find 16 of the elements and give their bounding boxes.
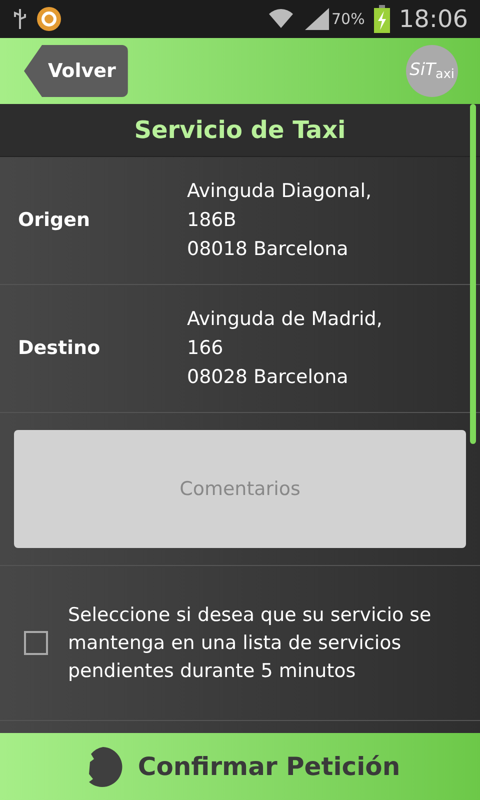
address-text: Avinguda de Madrid, 166 08028 Barcelona [187, 307, 382, 390]
confirm-button[interactable]: Confirmar Petición [0, 733, 480, 800]
usb-icon [12, 7, 28, 31]
pending-checkbox[interactable] [24, 631, 48, 655]
pending-option-text: Seleccione si desea que su servicio se mantenga en una lista de servicios pendientes durante 5 minutos [68, 603, 432, 684]
signal-icon [303, 6, 332, 32]
address-label: Destino [17, 336, 102, 362]
battery-percent: 70% [331, 8, 365, 30]
address-label: Origen [17, 208, 92, 234]
circle-app-icon [36, 6, 62, 32]
battery-charging-icon [372, 5, 391, 33]
screen-title: Servicio de Taxi [134, 115, 346, 146]
address-text: Avinguda Diagonal, 186B 08018 Barcelona [187, 179, 372, 262]
back-button[interactable]: Volver [24, 45, 128, 97]
clock: 18:06 [398, 4, 468, 35]
app-logo: SiT$_{axi}$ [406, 45, 458, 97]
